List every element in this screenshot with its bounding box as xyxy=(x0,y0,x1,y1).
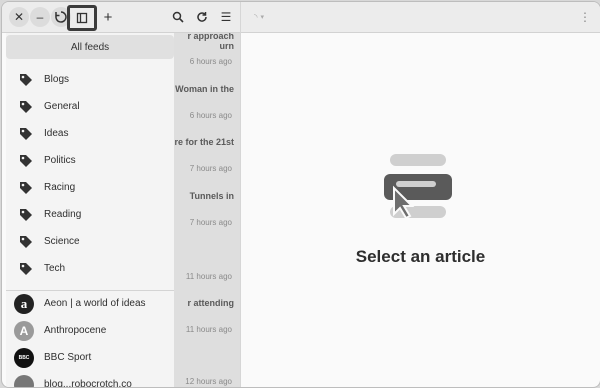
sidebar-item-label: Racing xyxy=(44,182,76,193)
empty-state-title: Select an article xyxy=(355,247,486,266)
article-menu-button[interactable]: ⋮ xyxy=(574,6,596,28)
article-time: 12 hours ago xyxy=(185,377,232,386)
blog-logo-icon xyxy=(14,375,34,387)
bbc-sport-logo-icon: BBC xyxy=(14,348,34,368)
sidebar-item-blog[interactable]: blog...robocrotch.co xyxy=(6,372,174,387)
sidebar-item-label: Anthropocene xyxy=(44,325,107,336)
refresh-icon xyxy=(197,12,207,22)
article-list: r approach urn 6 hours ago Woman in the … xyxy=(174,33,240,387)
app-window: ✕ – + ☰ ◝ ▾ ⋮ r approach urn 6 hours ago… xyxy=(1,1,600,388)
article-title-line2: urn xyxy=(219,41,235,51)
sidebar-item-label: Reading xyxy=(44,209,82,220)
close-window-button[interactable]: ✕ xyxy=(9,7,29,27)
tag-icon xyxy=(20,128,32,140)
rss-icon: ◝ xyxy=(253,11,258,22)
article-title: Tunnels in xyxy=(189,191,234,201)
sidebar-item-label: Politics xyxy=(44,155,76,166)
pane-divider xyxy=(240,2,241,387)
sidebar-item-label: Science xyxy=(44,236,80,247)
sidebar-item-bbc-sport[interactable]: BBC BBC Sport xyxy=(6,345,174,371)
sidebar-item-racing[interactable]: Racing xyxy=(6,175,174,201)
sidebar-item-tech[interactable]: Tech xyxy=(6,256,174,282)
bbc-logo-glyph: BBC xyxy=(18,355,30,361)
tag-icon xyxy=(20,101,32,113)
chevron-down-icon: ▾ xyxy=(260,14,264,21)
anthropocene-logo-glyph: A xyxy=(19,324,29,338)
anthropocene-logo-icon: A xyxy=(14,321,34,341)
refresh-button[interactable] xyxy=(191,6,213,28)
search-button[interactable] xyxy=(167,6,189,28)
sidebar-item-anthropocene[interactable]: A Anthropocene xyxy=(6,318,174,344)
article-title: Woman in the xyxy=(175,84,234,94)
hamburger-icon: ☰ xyxy=(220,10,232,24)
tag-icon xyxy=(20,155,32,167)
article-title: r approach xyxy=(187,33,234,41)
article-time: 11 hours ago xyxy=(185,272,232,281)
header-bar: ✕ – + ☰ ◝ ▾ ⋮ xyxy=(2,2,600,33)
minimize-icon: – xyxy=(36,10,44,24)
aeon-logo-glyph: a xyxy=(20,296,28,311)
sidebar-item-reading[interactable]: Reading xyxy=(6,202,174,228)
sidebar-icon xyxy=(76,12,88,24)
toggle-sidebar-button[interactable] xyxy=(67,5,97,31)
sidebar-item-aeon[interactable]: a Aeon | a world of ideas xyxy=(6,291,174,317)
article-title: re for the 21st xyxy=(174,137,234,147)
sidebar-item-label: BBC Sport xyxy=(44,352,92,363)
sidebar-item-label: General xyxy=(44,101,80,112)
sidebar-item-general[interactable]: General xyxy=(6,94,174,120)
plus-icon: + xyxy=(103,8,113,26)
menu-button[interactable]: ☰ xyxy=(215,6,237,28)
sidebar-item-ideas[interactable]: Ideas xyxy=(6,121,174,147)
sidebar-item-label: Tech xyxy=(44,263,66,274)
tag-icon xyxy=(20,74,32,86)
sidebar-item-blogs[interactable]: Blogs xyxy=(6,67,174,93)
sidebar-item-label: Blogs xyxy=(44,74,70,85)
sidebar-item-science[interactable]: Science xyxy=(6,229,174,255)
add-feed-button[interactable]: + xyxy=(97,6,119,28)
tag-icon xyxy=(20,209,32,221)
tag-icon xyxy=(20,236,32,248)
all-feeds-item[interactable]: All feeds xyxy=(6,35,174,59)
sidebar-item-label: Aeon | a world of ideas xyxy=(44,298,146,309)
article-title: r attending xyxy=(187,298,235,308)
more-vertical-icon: ⋮ xyxy=(579,10,591,24)
article-time: 6 hours ago xyxy=(189,57,232,66)
sidebar-item-label: Ideas xyxy=(44,128,69,139)
article-time: 7 hours ago xyxy=(189,164,232,173)
search-icon xyxy=(172,11,184,23)
article-time: 7 hours ago xyxy=(189,218,232,227)
aeon-logo-icon: a xyxy=(14,294,34,314)
article-time: 11 hours ago xyxy=(185,325,232,334)
sidebar-item-politics[interactable]: Politics xyxy=(6,148,174,174)
minimize-window-button[interactable]: – xyxy=(30,7,50,27)
tag-icon xyxy=(20,182,32,194)
tag-icon xyxy=(20,263,32,275)
close-icon: ✕ xyxy=(13,10,25,24)
feeds-sidebar: All feeds Blogs General Ideas Politics R… xyxy=(6,33,174,387)
article-time: 6 hours ago xyxy=(189,111,232,120)
sync-icon xyxy=(55,11,67,23)
sidebar-item-label: blog...robocrotch.co xyxy=(44,379,132,387)
empty-state-icon xyxy=(384,154,452,220)
feed-selector-button[interactable]: ◝ ▾ xyxy=(246,6,272,28)
